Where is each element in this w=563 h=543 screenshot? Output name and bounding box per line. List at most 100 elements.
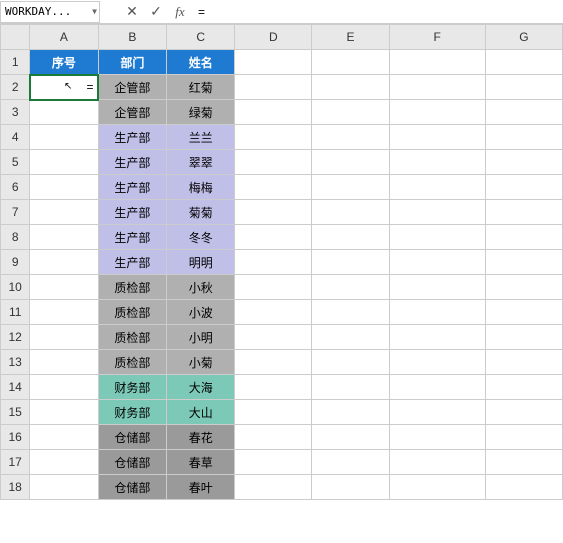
cell[interactable]: 生产部: [98, 250, 167, 275]
cell[interactable]: [235, 400, 312, 425]
row-header[interactable]: 3: [1, 100, 30, 125]
fx-icon[interactable]: fx: [168, 2, 192, 22]
col-header-f[interactable]: F: [389, 25, 485, 50]
cell[interactable]: 财务部: [98, 375, 167, 400]
cell[interactable]: [30, 250, 98, 275]
cell[interactable]: [235, 75, 312, 100]
cell[interactable]: [312, 325, 389, 350]
cell[interactable]: [389, 75, 485, 100]
cell[interactable]: [312, 475, 389, 500]
col-header-b[interactable]: B: [98, 25, 167, 50]
cell[interactable]: [312, 250, 389, 275]
confirm-button[interactable]: ✓: [144, 2, 168, 22]
cell[interactable]: 仓储部: [98, 425, 167, 450]
cell[interactable]: [30, 100, 98, 125]
cell[interactable]: 生产部: [98, 225, 167, 250]
cell[interactable]: [485, 425, 562, 450]
cell[interactable]: 仓储部: [98, 450, 167, 475]
cell[interactable]: [485, 475, 562, 500]
cell[interactable]: [485, 75, 562, 100]
cell[interactable]: [389, 300, 485, 325]
cell[interactable]: 菊菊: [167, 200, 235, 225]
cell[interactable]: 大山: [167, 400, 235, 425]
cell[interactable]: 冬冬: [167, 225, 235, 250]
cell[interactable]: [30, 425, 98, 450]
cell[interactable]: [30, 475, 98, 500]
cell[interactable]: [389, 50, 485, 75]
cell[interactable]: [30, 375, 98, 400]
name-box[interactable]: WORKDAY... ▼: [0, 1, 100, 23]
cell[interactable]: [235, 100, 312, 125]
row-header[interactable]: 16: [1, 425, 30, 450]
row-header[interactable]: 12: [1, 325, 30, 350]
cell[interactable]: [485, 200, 562, 225]
cell[interactable]: [30, 450, 98, 475]
cell[interactable]: [389, 350, 485, 375]
cell[interactable]: 小菊: [167, 350, 235, 375]
cell[interactable]: [389, 225, 485, 250]
col-header-c[interactable]: C: [167, 25, 235, 50]
cell[interactable]: [30, 275, 98, 300]
cell[interactable]: 姓名: [167, 50, 235, 75]
cell[interactable]: [312, 300, 389, 325]
col-header-g[interactable]: G: [485, 25, 562, 50]
cell[interactable]: 绿菊: [167, 100, 235, 125]
cell[interactable]: [235, 225, 312, 250]
row-header[interactable]: 10: [1, 275, 30, 300]
cell[interactable]: 兰兰: [167, 125, 235, 150]
cell[interactable]: [235, 425, 312, 450]
cell[interactable]: [30, 325, 98, 350]
cell[interactable]: [235, 475, 312, 500]
cell[interactable]: [30, 225, 98, 250]
cell[interactable]: [312, 275, 389, 300]
cell[interactable]: [485, 275, 562, 300]
cell[interactable]: 部门: [98, 50, 167, 75]
cell[interactable]: [30, 200, 98, 225]
cell[interactable]: [312, 75, 389, 100]
cell[interactable]: [235, 375, 312, 400]
cell[interactable]: 生产部: [98, 150, 167, 175]
cell[interactable]: 企管部: [98, 100, 167, 125]
cell[interactable]: [235, 300, 312, 325]
cell[interactable]: [30, 300, 98, 325]
row-header[interactable]: 2: [1, 75, 30, 100]
cell[interactable]: [389, 325, 485, 350]
col-header-e[interactable]: E: [312, 25, 389, 50]
cell[interactable]: [235, 50, 312, 75]
row-header[interactable]: 13: [1, 350, 30, 375]
dropdown-icon[interactable]: ▼: [92, 7, 97, 16]
cell[interactable]: [389, 400, 485, 425]
cancel-button[interactable]: ✕: [120, 2, 144, 22]
row-header[interactable]: 5: [1, 150, 30, 175]
cell[interactable]: 质检部: [98, 275, 167, 300]
row-header[interactable]: 9: [1, 250, 30, 275]
cell[interactable]: [235, 325, 312, 350]
active-cell[interactable]: =↖: [30, 75, 98, 100]
cell[interactable]: [485, 250, 562, 275]
cell[interactable]: 红菊: [167, 75, 235, 100]
cell[interactable]: 春花: [167, 425, 235, 450]
cell[interactable]: [235, 150, 312, 175]
cell[interactable]: [389, 450, 485, 475]
cell[interactable]: 小秋: [167, 275, 235, 300]
cell[interactable]: [485, 100, 562, 125]
cell[interactable]: 小波: [167, 300, 235, 325]
row-header[interactable]: 17: [1, 450, 30, 475]
cell[interactable]: [312, 225, 389, 250]
cell[interactable]: [235, 175, 312, 200]
cell[interactable]: [485, 50, 562, 75]
cell[interactable]: [312, 450, 389, 475]
cell[interactable]: [389, 425, 485, 450]
cell[interactable]: [485, 375, 562, 400]
cell[interactable]: 质检部: [98, 350, 167, 375]
row-header[interactable]: 4: [1, 125, 30, 150]
cell[interactable]: [235, 350, 312, 375]
cell[interactable]: [485, 175, 562, 200]
col-header-d[interactable]: D: [235, 25, 312, 50]
cell[interactable]: 生产部: [98, 125, 167, 150]
cell[interactable]: [485, 350, 562, 375]
cell[interactable]: [389, 175, 485, 200]
cell[interactable]: 财务部: [98, 400, 167, 425]
cell[interactable]: [485, 400, 562, 425]
row-header[interactable]: 1: [1, 50, 30, 75]
